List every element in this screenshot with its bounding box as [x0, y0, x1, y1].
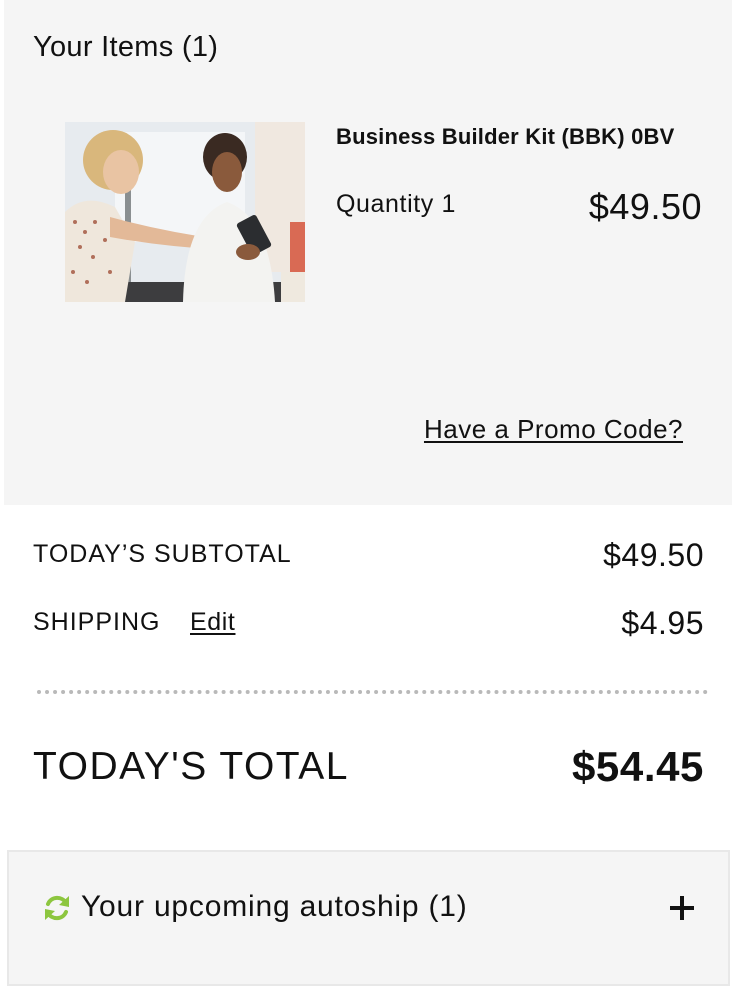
order-summary: TODAY’S SUBTOTAL $49.50 SHIPPING Edit $4…: [4, 505, 732, 848]
product-quantity: Quantity 1: [336, 190, 456, 218]
product-name: Business Builder Kit (BBK) 0BV: [336, 124, 675, 149]
plus-icon[interactable]: [668, 894, 696, 922]
promo-code-link[interactable]: Have a Promo Code?: [424, 414, 683, 445]
refresh-icon: [45, 895, 69, 921]
product-image: [65, 122, 305, 302]
upcoming-autoship-accordion[interactable]: Your upcoming autoship (1): [7, 850, 730, 986]
total-label: TODAY'S TOTAL: [33, 745, 349, 788]
shipping-edit-link[interactable]: Edit: [190, 608, 235, 637]
autoship-label: Your upcoming autoship (1): [81, 890, 468, 923]
total-value: $54.45: [571, 743, 704, 790]
shipping-label: SHIPPING: [33, 608, 161, 636]
items-title: Your Items (1): [33, 31, 219, 63]
subtotal-value: $49.50: [603, 537, 704, 573]
your-items-panel: Your Items (1) Business Builder Kit (BBK…: [4, 0, 732, 505]
subtotal-label: TODAY’S SUBTOTAL: [33, 540, 292, 568]
two-women-with-tablet-photo: [65, 122, 305, 302]
product-price: $49.50: [588, 186, 702, 227]
dotted-divider: [37, 690, 708, 694]
shipping-value: $4.95: [621, 605, 704, 641]
